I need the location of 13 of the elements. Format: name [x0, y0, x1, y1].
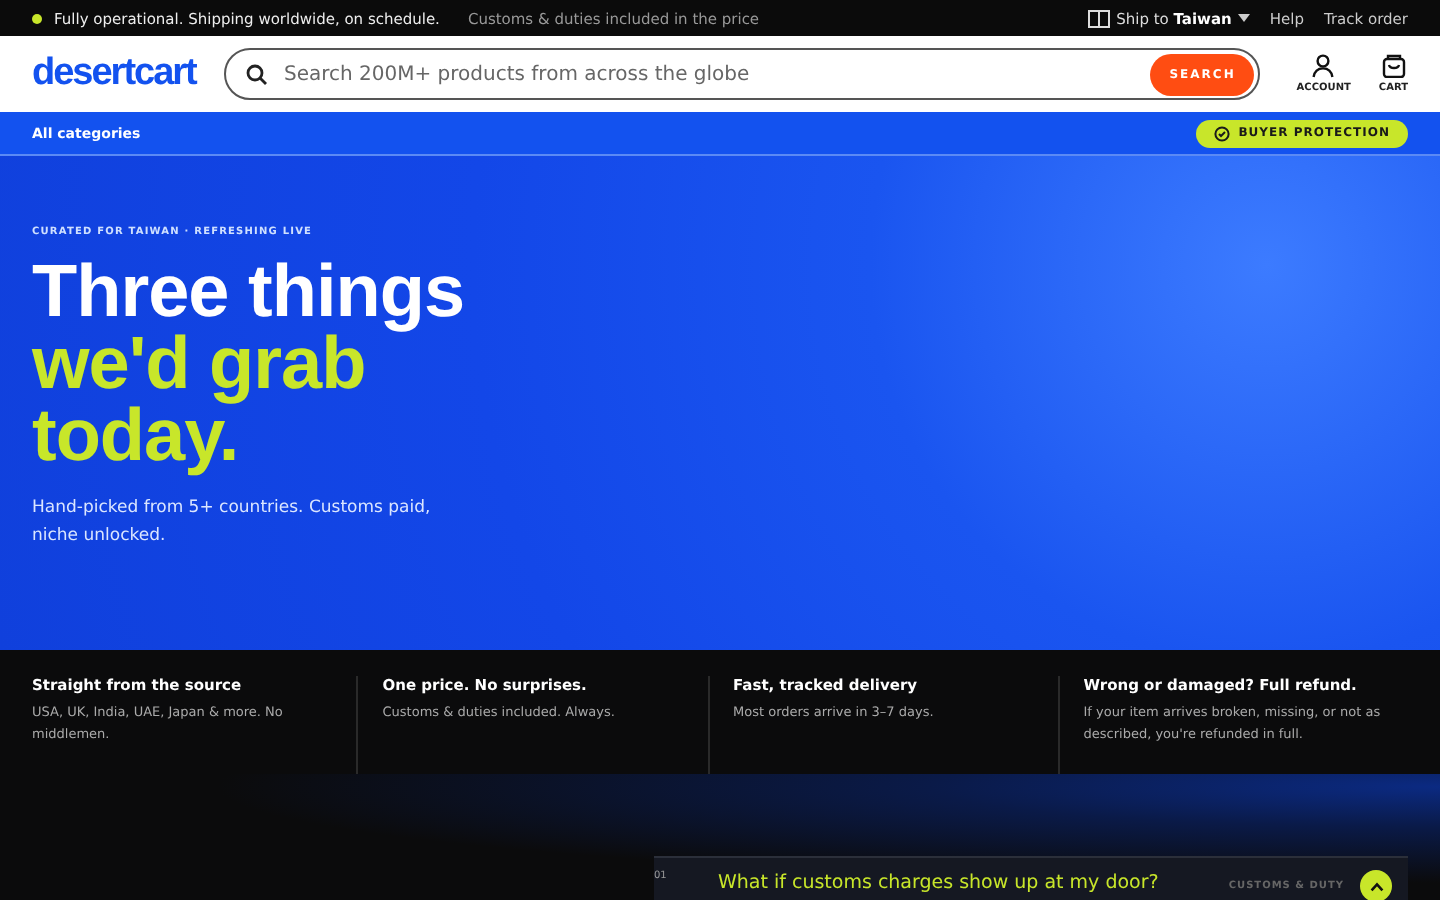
toggle-button[interactable]: [1360, 870, 1392, 900]
search-icon: [246, 63, 268, 85]
hero-subtitle: Hand-picked from 5+ countries. Customs paid, niche unlocked.: [32, 496, 433, 549]
chevron-up-icon: [1369, 881, 1383, 891]
caret-icon: [1237, 14, 1250, 22]
person-icon: [1312, 54, 1335, 78]
status-dot: [32, 13, 42, 23]
check-circle-icon: [1214, 125, 1231, 141]
logo[interactable]: desertcart: [32, 52, 196, 96]
bag-icon: [1381, 54, 1406, 78]
hero-title-line: we'd grab: [32, 328, 366, 400]
hero-title-line: Three things: [32, 256, 465, 328]
faq-question: What if customs charges show up at my door?: [718, 872, 1161, 894]
